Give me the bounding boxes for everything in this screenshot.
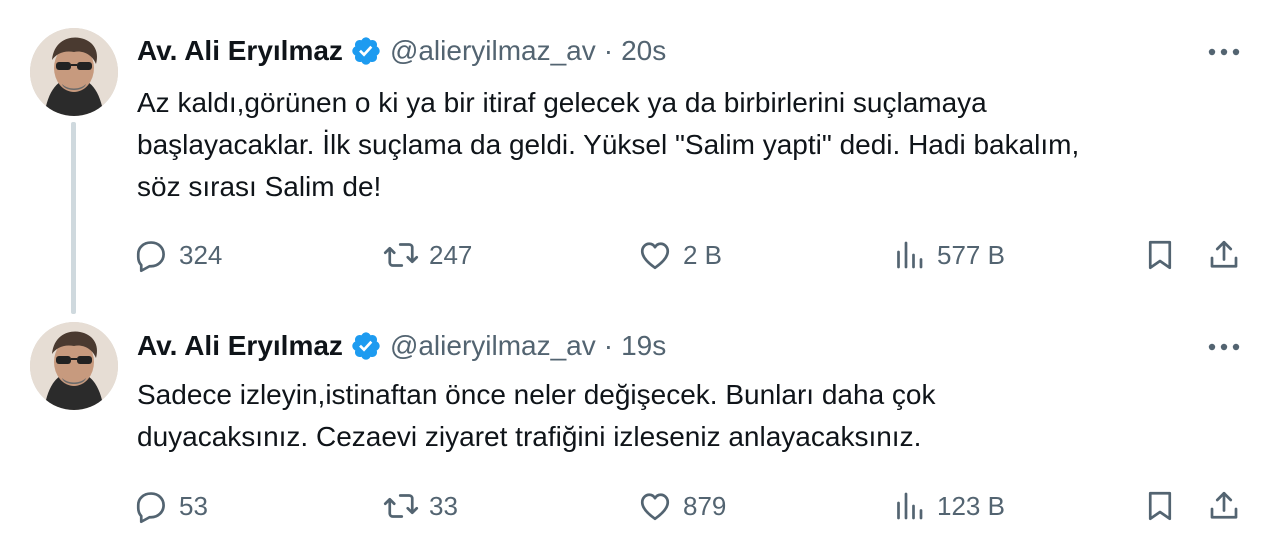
- like-button[interactable]: 2 B: [637, 230, 722, 280]
- tweet-actions: 324 247 2 B 577 B: [133, 230, 1258, 280]
- tweet-text: Az kaldı,görünen o ki ya bir itiraf gele…: [137, 87, 1080, 202]
- repost-arrows-icon: [383, 237, 419, 273]
- more-options-button[interactable]: [1204, 332, 1244, 362]
- share-upload-icon: [1206, 237, 1242, 273]
- repost-button[interactable]: 33: [383, 481, 458, 531]
- reply-button[interactable]: 324: [133, 230, 222, 280]
- separator-dot: ·: [603, 330, 614, 361]
- views-button[interactable]: 577 B: [891, 230, 1005, 280]
- bar-chart-icon: [891, 488, 927, 524]
- repost-arrows-icon: [383, 488, 419, 524]
- tweet[interactable]: Av. Ali Eryılmaz @alieryilmaz_av · 19s S…: [0, 300, 1280, 550]
- share-button[interactable]: [1206, 230, 1242, 280]
- views-count: 577 B: [937, 239, 1005, 270]
- user-handle[interactable]: @alieryilmaz_av: [390, 35, 596, 67]
- more-horizontal-icon: [1208, 343, 1240, 351]
- avatar[interactable]: [30, 322, 118, 410]
- avatar-image: [30, 28, 118, 116]
- user-handle[interactable]: @alieryilmaz_av: [390, 330, 596, 362]
- share-upload-icon: [1206, 488, 1242, 524]
- verified-badge-icon[interactable]: [350, 330, 382, 362]
- reply-bubble-icon: [133, 488, 169, 524]
- repost-count: 247: [429, 239, 473, 270]
- reply-count: 324: [179, 239, 223, 270]
- like-count: 879: [683, 490, 727, 521]
- bookmark-button[interactable]: [1142, 230, 1178, 280]
- like-button[interactable]: 879: [637, 481, 726, 531]
- views-button[interactable]: 123 B: [891, 481, 1005, 531]
- tweet-header: Av. Ali Eryılmaz @alieryilmaz_av · 20s: [137, 31, 666, 71]
- heart-icon: [637, 237, 673, 273]
- display-name[interactable]: Av. Ali Eryılmaz: [137, 35, 343, 67]
- tweet-header: Av. Ali Eryılmaz @alieryilmaz_av · 19s: [137, 326, 666, 366]
- timeline: Av. Ali Eryılmaz @alieryilmaz_av · 20s A…: [0, 0, 1280, 550]
- reply-bubble-icon: [133, 237, 169, 273]
- more-options-button[interactable]: [1204, 37, 1244, 67]
- tweet[interactable]: Av. Ali Eryılmaz @alieryilmaz_av · 20s A…: [0, 0, 1280, 300]
- reply-count: 53: [179, 490, 208, 521]
- heart-icon: [637, 488, 673, 524]
- views-count: 123 B: [937, 490, 1005, 521]
- more-horizontal-icon: [1208, 48, 1240, 56]
- bookmark-icon: [1142, 237, 1178, 273]
- timestamp[interactable]: 20s: [621, 35, 666, 67]
- tweet-actions: 53 33 879 123 B: [133, 481, 1258, 531]
- bar-chart-icon: [891, 237, 927, 273]
- repost-count: 33: [429, 490, 458, 521]
- verified-badge-icon[interactable]: [350, 35, 382, 67]
- avatar-image: [30, 322, 118, 410]
- avatar[interactable]: [30, 28, 118, 116]
- bookmark-button[interactable]: [1142, 481, 1178, 531]
- display-name[interactable]: Av. Ali Eryılmaz: [137, 330, 343, 362]
- repost-button[interactable]: 247: [383, 230, 472, 280]
- tweet-text: Sadece izleyin,istinaftan önce neler değ…: [137, 379, 936, 452]
- reply-button[interactable]: 53: [133, 481, 208, 531]
- share-button[interactable]: [1206, 481, 1242, 531]
- separator-dot: ·: [603, 35, 614, 66]
- like-count: 2 B: [683, 239, 723, 270]
- bookmark-icon: [1142, 488, 1178, 524]
- timestamp[interactable]: 19s: [621, 330, 666, 362]
